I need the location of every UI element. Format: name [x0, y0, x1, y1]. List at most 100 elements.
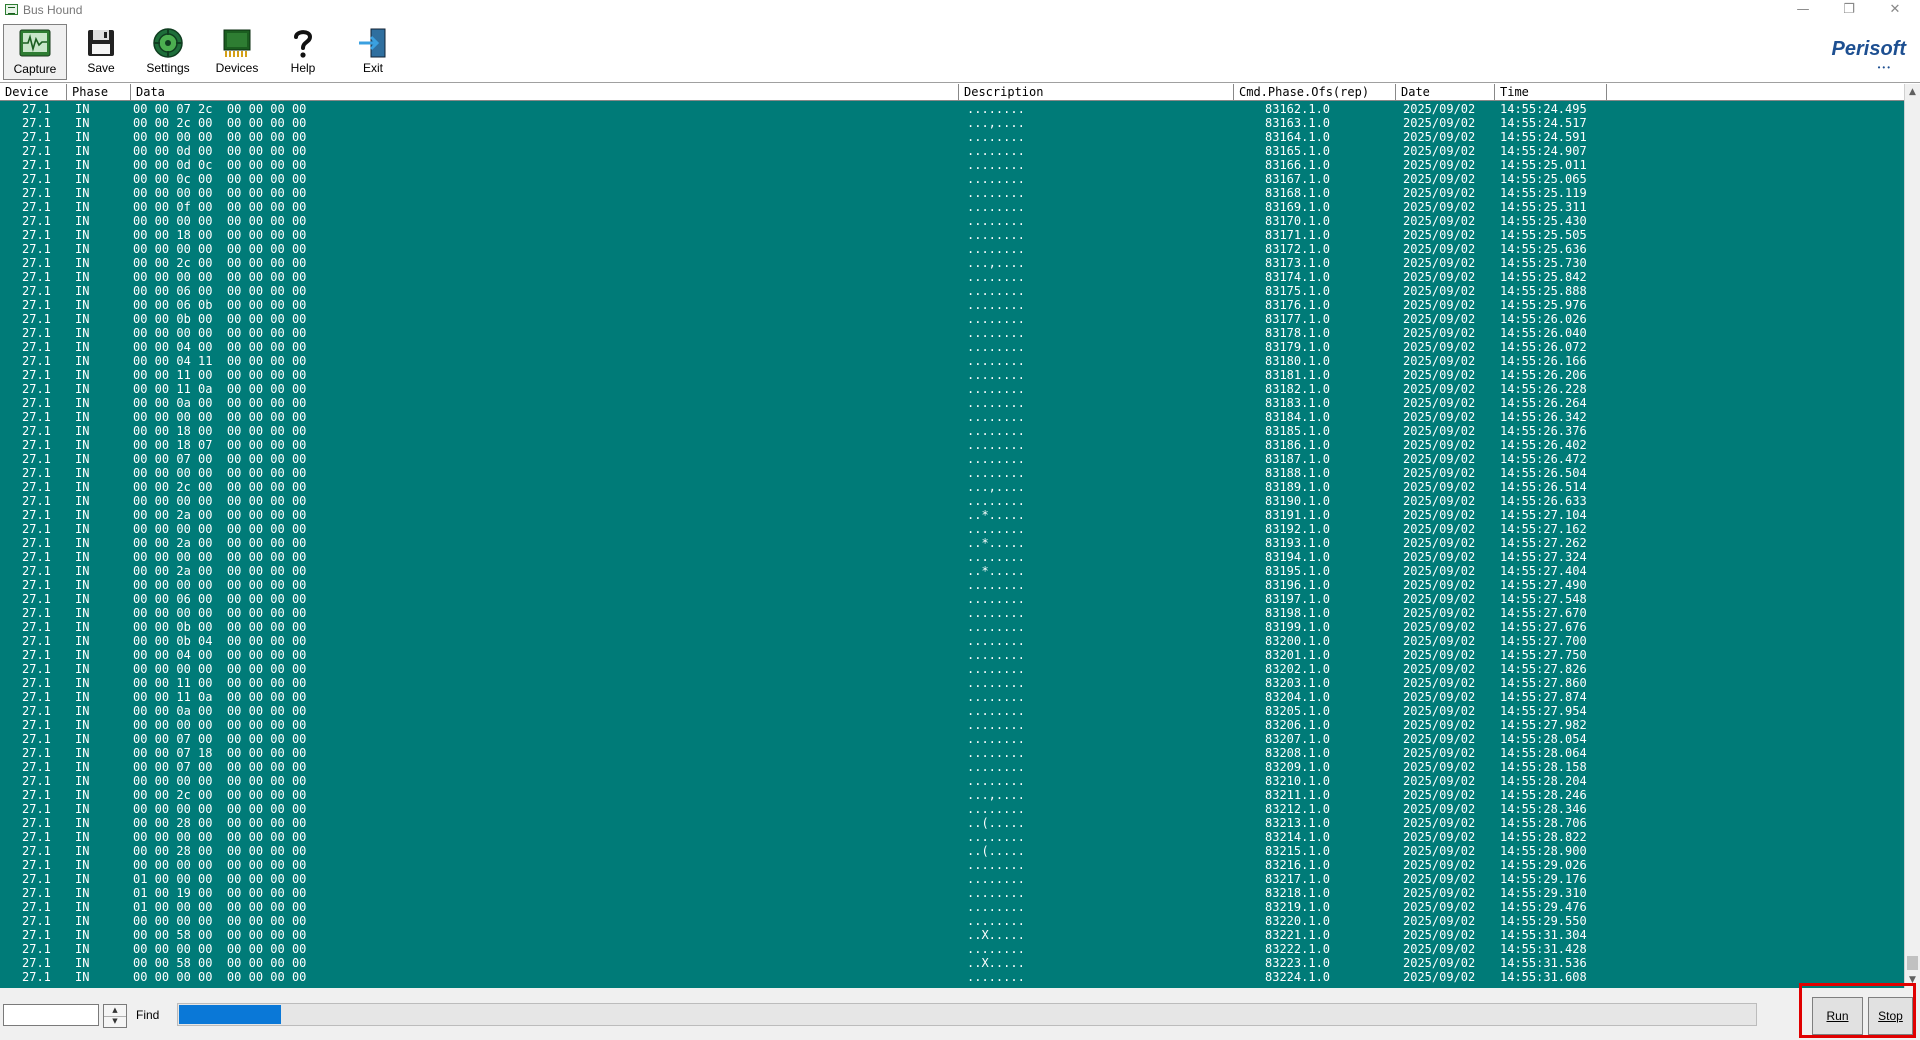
- table-row[interactable]: 27.1 IN 00 00 00 00 00 00 00 00........ 832…: [0, 970, 1904, 984]
- table-row[interactable]: 27.1 IN 00 00 0a 00 00 00 00 00........ 831…: [0, 396, 1904, 410]
- table-row[interactable]: 27.1 IN 00 00 11 00 00 00 00 00........ 832…: [0, 676, 1904, 690]
- table-row[interactable]: 27.1 IN 00 00 58 00 00 00 00 00 ..X..... 832…: [0, 956, 1904, 970]
- table-row[interactable]: 27.1 IN 00 00 06 00 00 00 00 00........ 831…: [0, 592, 1904, 606]
- table-row[interactable]: 27.1 IN 00 00 00 00 00 00 00 00........ 831…: [0, 494, 1904, 508]
- restore-icon[interactable]: ❐: [1826, 0, 1872, 22]
- table-row[interactable]: 27.1 IN 00 00 00 00 00 00 00 00........ 832…: [0, 914, 1904, 928]
- table-row[interactable]: 27.1 IN 00 00 00 00 00 00 00 00........ 832…: [0, 942, 1904, 956]
- scroll-up-icon[interactable]: ▲: [1905, 84, 1920, 100]
- table-row[interactable]: 27.1 IN 00 00 0c 00 00 00 00 00........ 831…: [0, 172, 1904, 186]
- column-header-description[interactable]: Description: [959, 84, 1234, 100]
- table-row[interactable]: 27.1 IN 00 00 2c 00 00 00 00 00...,.... 832…: [0, 788, 1904, 802]
- table-row[interactable]: 27.1 IN 00 00 06 00 00 00 00 00........ 831…: [0, 284, 1904, 298]
- table-row[interactable]: 27.1 IN 01 00 19 00 00 00 00 00........ 832…: [0, 886, 1904, 900]
- column-header-cmd-phase-ofs[interactable]: Cmd.Phase.Ofs(rep): [1234, 84, 1396, 100]
- table-row[interactable]: 27.1 IN 00 00 58 00 00 00 00 00 ..X..... 832…: [0, 928, 1904, 942]
- column-header-device[interactable]: Device: [0, 84, 67, 100]
- table-row[interactable]: 27.1 IN 00 00 07 2c 00 00 00 00........ 831…: [0, 102, 1904, 116]
- table-row[interactable]: 27.1 IN 00 00 07 18 00 00 00 00........ 832…: [0, 746, 1904, 760]
- cell-time: 14:55:26.166: [1500, 354, 1587, 368]
- table-row[interactable]: 27.1 IN 00 00 00 00 00 00 00 00........ 831…: [0, 270, 1904, 284]
- table-row[interactable]: 27.1 IN 00 00 00 00 00 00 00 00........ 831…: [0, 410, 1904, 424]
- bottom-bar: ▲ ▼ Find Run Stop: [0, 988, 1920, 1040]
- table-row[interactable]: 27.1 IN 00 00 11 0a 00 00 00 00........ 832…: [0, 690, 1904, 704]
- find-spinner[interactable]: ▲ ▼: [103, 1004, 127, 1028]
- table-row[interactable]: 27.1 IN 00 00 28 00 00 00 00 00 ..(..... 832…: [0, 816, 1904, 830]
- table-row[interactable]: 27.1 IN 01 00 00 00 00 00 00 00........ 832…: [0, 900, 1904, 914]
- settings-button[interactable]: Settings: [136, 24, 200, 80]
- table-row[interactable]: 27.1 IN 00 00 2a 00 00 00 00 00 ..*..... 831…: [0, 536, 1904, 550]
- table-row[interactable]: 27.1 IN 00 00 00 00 00 00 00 00........ 831…: [0, 466, 1904, 480]
- table-row[interactable]: 27.1 IN 00 00 00 00 00 00 00 00........ 832…: [0, 830, 1904, 844]
- table-row[interactable]: 27.1 IN 00 00 00 00 00 00 00 00........ 832…: [0, 718, 1904, 732]
- table-row[interactable]: 27.1 IN 00 00 00 00 00 00 00 00........ 831…: [0, 186, 1904, 200]
- table-row[interactable]: 27.1 IN 00 00 11 0a 00 00 00 00........ 831…: [0, 382, 1904, 396]
- capture-grid[interactable]: Device Phase Data Description Cmd.Phase.…: [0, 84, 1904, 988]
- table-row[interactable]: 27.1 IN 00 00 00 00 00 00 00 00........ 831…: [0, 242, 1904, 256]
- stop-button[interactable]: Stop: [1868, 997, 1913, 1035]
- cell-time: 14:55:24.591: [1500, 130, 1587, 144]
- table-row[interactable]: 27.1 IN 00 00 18 00 00 00 00 00........ 831…: [0, 228, 1904, 242]
- scrollbar-thumb[interactable]: [1907, 956, 1918, 970]
- table-row[interactable]: 27.1 IN 00 00 0b 04 00 00 00 00........ 832…: [0, 634, 1904, 648]
- devices-button[interactable]: Devices: [205, 24, 269, 80]
- cell-phase: IN: [75, 830, 90, 844]
- cell-device: 27.1: [22, 312, 51, 326]
- table-row[interactable]: 27.1 IN 00 00 0d 00 00 00 00 00........ 831…: [0, 144, 1904, 158]
- table-row[interactable]: 27.1 IN 00 00 04 00 00 00 00 00........ 832…: [0, 648, 1904, 662]
- cell-description: ........: [967, 550, 1025, 564]
- vertical-scrollbar[interactable]: ▲ ▼: [1904, 84, 1920, 988]
- table-row[interactable]: 27.1 IN 00 00 04 11 00 00 00 00........ 831…: [0, 354, 1904, 368]
- column-header-time[interactable]: Time: [1495, 84, 1607, 100]
- table-row[interactable]: 27.1 IN 00 00 07 00 00 00 00 00........ 831…: [0, 452, 1904, 466]
- table-row[interactable]: 27.1 IN 00 00 0b 00 00 00 00 00........ 831…: [0, 312, 1904, 326]
- table-row[interactable]: 27.1 IN 00 00 00 00 00 00 00 00........ 832…: [0, 802, 1904, 816]
- column-header-phase[interactable]: Phase: [67, 84, 131, 100]
- column-header-data[interactable]: Data: [131, 84, 959, 100]
- table-row[interactable]: 27.1 IN 00 00 07 00 00 00 00 00........ 832…: [0, 760, 1904, 774]
- table-row[interactable]: 27.1 IN 00 00 2c 00 00 00 00 00...,.... 831…: [0, 116, 1904, 130]
- run-button[interactable]: Run: [1812, 997, 1863, 1035]
- close-icon[interactable]: ✕: [1872, 0, 1918, 22]
- table-row[interactable]: 27.1 IN 00 00 00 00 00 00 00 00........ 831…: [0, 606, 1904, 620]
- cell-description: ........: [967, 200, 1025, 214]
- table-row[interactable]: 27.1 IN 00 00 00 00 00 00 00 00........ 832…: [0, 662, 1904, 676]
- table-row[interactable]: 27.1 IN 00 00 00 00 00 00 00 00........ 831…: [0, 326, 1904, 340]
- table-row[interactable]: 27.1 IN 00 00 0b 00 00 00 00 00........ 831…: [0, 620, 1904, 634]
- spin-down-icon[interactable]: ▼: [104, 1016, 126, 1027]
- cell-time: 14:55:31.304: [1500, 928, 1587, 942]
- exit-button[interactable]: Exit: [341, 24, 405, 80]
- table-row[interactable]: 27.1 IN 00 00 0a 00 00 00 00 00........ 832…: [0, 704, 1904, 718]
- table-row[interactable]: 27.1 IN 00 00 2a 00 00 00 00 00 ..*..... 831…: [0, 508, 1904, 522]
- table-row[interactable]: 27.1 IN 01 00 00 00 00 00 00 00........ 832…: [0, 872, 1904, 886]
- capture-button[interactable]: Capture: [3, 24, 67, 80]
- table-row[interactable]: 27.1 IN 00 00 00 00 00 00 00 00........ 831…: [0, 214, 1904, 228]
- save-button[interactable]: Save: [69, 24, 133, 80]
- table-row[interactable]: 27.1 IN 00 00 18 00 00 00 00 00........ 831…: [0, 424, 1904, 438]
- column-header-date[interactable]: Date: [1396, 84, 1495, 100]
- table-row[interactable]: 27.1 IN 00 00 18 07 00 00 00 00........ 831…: [0, 438, 1904, 452]
- cell-phase: IN: [75, 648, 90, 662]
- scroll-down-icon[interactable]: ▼: [1905, 972, 1920, 988]
- table-row[interactable]: 27.1 IN 00 00 11 00 00 00 00 00........ 831…: [0, 368, 1904, 382]
- cell-device: 27.1: [22, 816, 51, 830]
- table-row[interactable]: 27.1 IN 00 00 07 00 00 00 00 00........ 832…: [0, 732, 1904, 746]
- table-row[interactable]: 27.1 IN 00 00 2a 00 00 00 00 00 ..*..... 831…: [0, 564, 1904, 578]
- table-row[interactable]: 27.1 IN 00 00 28 00 00 00 00 00 ..(..... 832…: [0, 844, 1904, 858]
- table-row[interactable]: 27.1 IN 00 00 2c 00 00 00 00 00...,.... 831…: [0, 256, 1904, 270]
- table-row[interactable]: 27.1 IN 00 00 0f 00 00 00 00 00........ 831…: [0, 200, 1904, 214]
- table-row[interactable]: 27.1 IN 00 00 00 00 00 00 00 00........ 832…: [0, 774, 1904, 788]
- table-row[interactable]: 27.1 IN 00 00 00 00 00 00 00 00........ 831…: [0, 578, 1904, 592]
- table-row[interactable]: 27.1 IN 00 00 2c 00 00 00 00 00...,.... 831…: [0, 480, 1904, 494]
- table-row[interactable]: 27.1 IN 00 00 0d 0c 00 00 00 00........ 831…: [0, 158, 1904, 172]
- table-row[interactable]: 27.1 IN 00 00 00 00 00 00 00 00........ 831…: [0, 522, 1904, 536]
- table-row[interactable]: 27.1 IN 00 00 00 00 00 00 00 00........ 831…: [0, 130, 1904, 144]
- find-input[interactable]: [3, 1004, 99, 1026]
- table-row[interactable]: 27.1 IN 00 00 00 00 00 00 00 00........ 832…: [0, 858, 1904, 872]
- table-row[interactable]: 27.1 IN 00 00 06 0b 00 00 00 00........ 831…: [0, 298, 1904, 312]
- help-button[interactable]: Help: [271, 24, 335, 80]
- table-row[interactable]: 27.1 IN 00 00 04 00 00 00 00 00........ 831…: [0, 340, 1904, 354]
- table-row[interactable]: 27.1 IN 00 00 00 00 00 00 00 00........ 831…: [0, 550, 1904, 564]
- cell-data: 01 00 00 00 00 00 00 00: [133, 900, 307, 914]
- minimize-icon[interactable]: —: [1780, 0, 1826, 22]
